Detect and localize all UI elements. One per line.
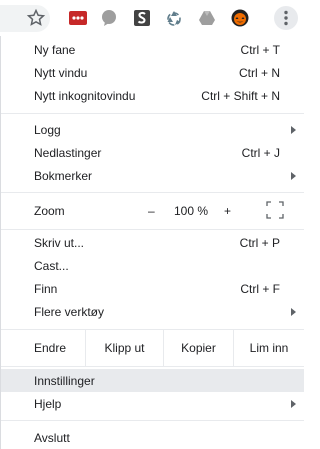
- menu-separator: [1, 113, 304, 114]
- menu-item-label: Bokmerker: [34, 169, 93, 183]
- menu-item-label: Cast...: [34, 259, 69, 273]
- drive-icon[interactable]: [198, 9, 216, 27]
- edit-label: Endre: [34, 341, 67, 355]
- zoom-row: Zoom – 100 % +: [1, 193, 304, 229]
- menu-item-new-window[interactable]: Nytt vindu Ctrl + N: [1, 61, 304, 84]
- submenu-arrow-icon: [291, 400, 296, 408]
- paste-button[interactable]: Lim inn: [233, 330, 304, 366]
- menu-item-label: Hjelp: [34, 397, 62, 411]
- zoom-level: 100 %: [174, 204, 209, 218]
- menu-item-label: Finn: [34, 282, 58, 296]
- edit-row: Endre Klipp ut Kopier Lim inn: [1, 330, 304, 366]
- menu-item-downloads[interactable]: Nedlastinger Ctrl + J: [1, 141, 304, 164]
- menu-item-new-incognito-window[interactable]: Nytt inkognitovindu Ctrl + Shift + N: [1, 84, 304, 107]
- submenu-arrow-icon: [291, 172, 296, 180]
- recycle-icon[interactable]: [165, 9, 183, 27]
- star-icon[interactable]: [26, 8, 46, 28]
- menu-item-more-tools[interactable]: Flere verktøy: [1, 300, 304, 323]
- menu-item-label: Avslutt: [34, 431, 70, 445]
- submenu-arrow-icon: [291, 126, 296, 134]
- menu-item-new-tab[interactable]: Ny fane Ctrl + T: [1, 38, 304, 61]
- speech-bubble-icon[interactable]: [100, 9, 118, 27]
- menu-item-shortcut: Ctrl + N: [238, 66, 280, 80]
- zoom-label: Zoom: [34, 204, 65, 218]
- menu-item-label: Ny fane: [34, 43, 76, 57]
- menu-item-settings[interactable]: Innstillinger: [1, 369, 304, 392]
- menu-item-shortcut: Ctrl + T: [240, 43, 280, 57]
- menu-item-label: Innstillinger: [34, 374, 95, 388]
- menu-item-history[interactable]: Logg: [1, 118, 304, 141]
- s-extension-icon[interactable]: [133, 9, 151, 27]
- zoom-in-button[interactable]: +: [224, 204, 231, 218]
- menu-item-label: Flere verktøy: [34, 305, 105, 319]
- pumpkin-icon[interactable]: [231, 9, 249, 27]
- menu-item-shortcut: Ctrl + J: [241, 146, 280, 160]
- fullscreen-icon[interactable]: [266, 201, 284, 222]
- lastpass-icon[interactable]: [69, 9, 87, 27]
- menu-item-label: Skriv ut...: [34, 236, 85, 250]
- menu-item-bookmarks[interactable]: Bokmerker: [1, 164, 304, 187]
- cut-button[interactable]: Klipp ut: [85, 330, 163, 366]
- menu-item-shortcut: Ctrl + Shift + N: [201, 89, 280, 103]
- menu-separator: [1, 420, 304, 421]
- menu-item-exit[interactable]: Avslutt: [1, 426, 304, 449]
- chrome-main-menu: Ny fane Ctrl + T Nytt vindu Ctrl + N Nyt…: [0, 36, 304, 449]
- menu-item-cast[interactable]: Cast...: [1, 254, 304, 277]
- zoom-out-button[interactable]: –: [148, 204, 155, 218]
- menu-item-shortcut: Ctrl + F: [240, 282, 280, 296]
- menu-item-print[interactable]: Skriv ut... Ctrl + P: [1, 231, 304, 254]
- browser-toolbar: [0, 0, 303, 36]
- copy-button[interactable]: Kopier: [163, 330, 233, 366]
- menu-item-label: Nytt inkognitovindu: [34, 89, 136, 103]
- menu-item-help[interactable]: Hjelp: [1, 392, 304, 415]
- menu-item-label: Logg: [34, 123, 61, 137]
- submenu-arrow-icon: [291, 308, 296, 316]
- menu-item-find[interactable]: Finn Ctrl + F: [1, 277, 304, 300]
- menu-item-shortcut: Ctrl + P: [239, 236, 280, 250]
- three-dots-menu-icon[interactable]: [274, 6, 298, 30]
- menu-item-label: Nedlastinger: [34, 146, 102, 160]
- menu-separator: [1, 229, 304, 230]
- menu-item-label: Nytt vindu: [34, 66, 88, 80]
- menu-separator: [1, 366, 304, 367]
